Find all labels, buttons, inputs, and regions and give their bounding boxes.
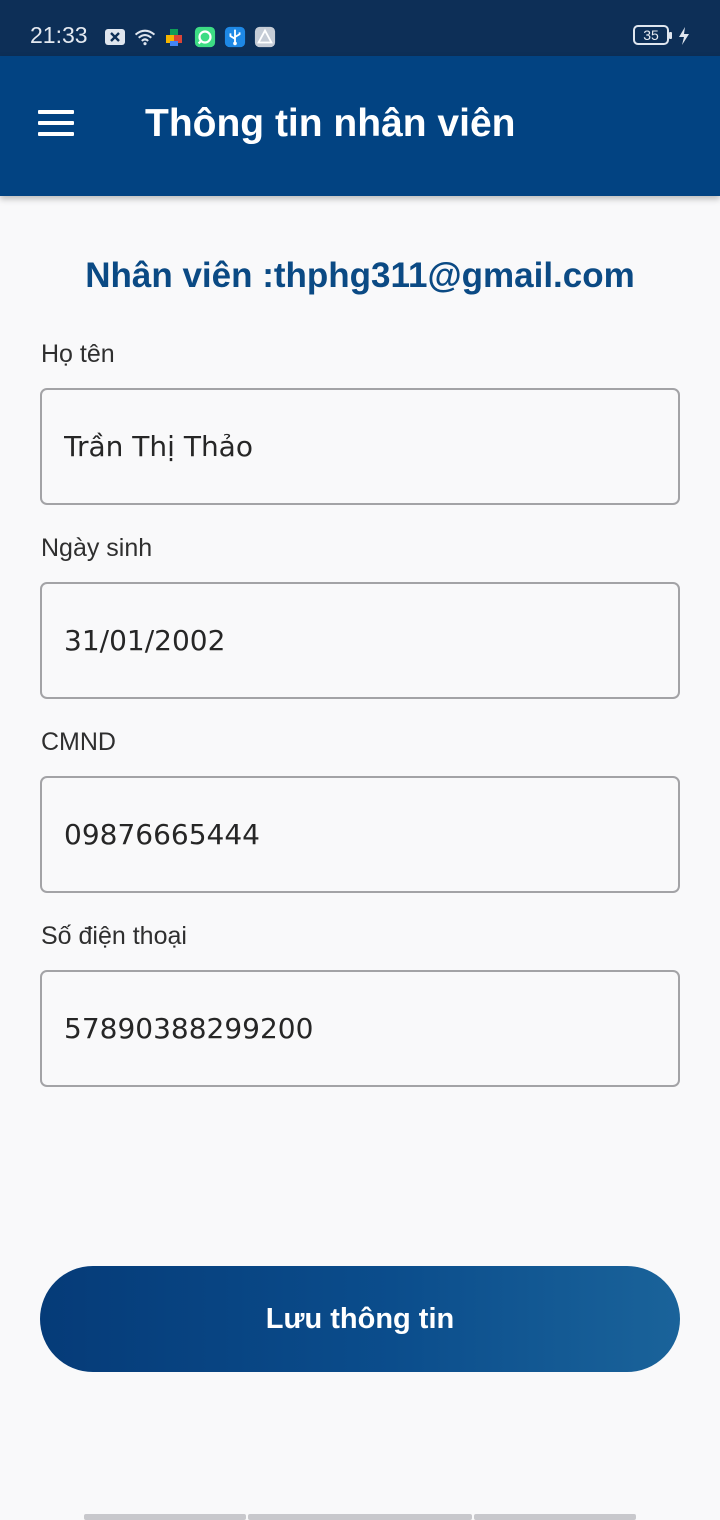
wifi-icon (134, 26, 156, 48)
id-number-input[interactable] (64, 778, 654, 891)
status-icons (104, 25, 276, 49)
app-bar: Thông tin nhân viên (0, 56, 720, 196)
warning-icon (254, 26, 276, 48)
save-button[interactable]: Lưu thông tin (40, 1266, 680, 1372)
id-number-label: CMND (41, 728, 116, 756)
birth-date-label: Ngày sinh (41, 534, 153, 562)
page-title: Thông tin nhân viên (145, 102, 516, 145)
battery-level: 35 (643, 27, 659, 43)
full-name-field[interactable] (40, 388, 680, 505)
full-name-label: Họ tên (41, 340, 115, 368)
birth-date-input[interactable] (64, 584, 654, 697)
status-bar: 21:33 35 (0, 0, 720, 56)
charging-icon (678, 26, 690, 46)
usb-icon (224, 26, 246, 48)
phone-input[interactable] (64, 972, 654, 1085)
employee-heading: Nhân viên :thphg311@gmail.com (85, 256, 635, 295)
nav-indicator-right (474, 1514, 636, 1520)
notification-x-icon (104, 26, 126, 48)
nav-indicator-left (84, 1514, 246, 1520)
status-time: 21:33 (30, 22, 88, 48)
nav-indicator-center (248, 1514, 472, 1520)
id-number-field[interactable] (40, 776, 680, 893)
birth-date-field[interactable] (40, 582, 680, 699)
puzzle-app-icon (164, 26, 186, 48)
full-name-input[interactable] (64, 390, 654, 503)
phone-field[interactable] (40, 970, 680, 1087)
green-app-icon (194, 26, 216, 48)
phone-label: Số điện thoại (41, 922, 187, 950)
hamburger-menu-icon[interactable] (28, 102, 84, 148)
battery-indicator: 35 (633, 25, 672, 45)
